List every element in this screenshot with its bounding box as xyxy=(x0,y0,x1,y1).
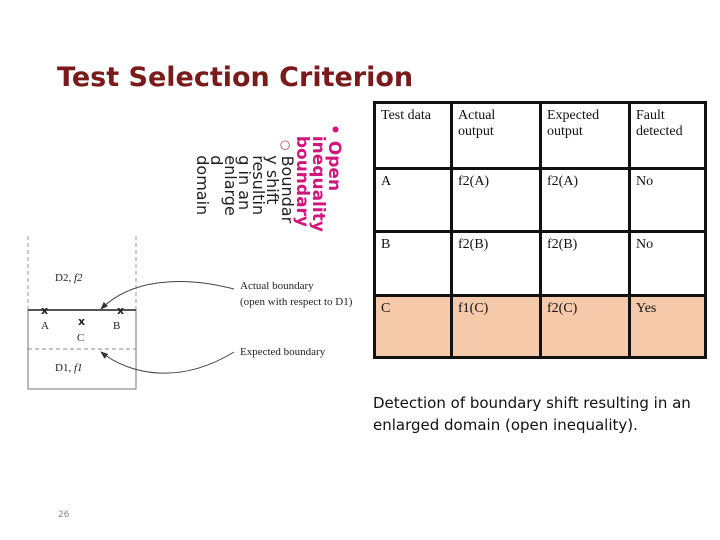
cell: f1(C) xyxy=(450,294,542,359)
table-row: Bf2(B) f2(B) No xyxy=(373,230,707,297)
header-cell: Actual output xyxy=(450,101,542,170)
cell: C xyxy=(373,294,453,359)
d1-label: D1, f1 xyxy=(55,362,83,374)
expected-arrow xyxy=(100,351,235,374)
point-a-mark: x xyxy=(41,304,48,317)
caption: Detection of boundary shift resulting in… xyxy=(373,394,691,434)
header-cell: Test data xyxy=(373,101,453,170)
actual-boundary-label-2: (open with respect to D1) xyxy=(240,296,353,308)
cell: f2(B) xyxy=(450,230,542,297)
cell: f2(B) xyxy=(539,230,631,297)
table-row: Af2(A) f2(A) No xyxy=(373,167,707,233)
header-cell: Expected output xyxy=(539,101,631,170)
expected-boundary-label: Expected boundary xyxy=(240,346,326,358)
cell: No xyxy=(628,167,707,233)
table-row-highlighted: Cf1(C) f2(C) Yes xyxy=(373,294,707,359)
cell: f2(A) xyxy=(450,167,542,233)
table-header-row: Test data Actual output Expected output Fa… xyxy=(373,101,707,170)
point-b-label: B xyxy=(113,320,120,332)
point-c-mark: x xyxy=(78,315,85,328)
page-number: 26 xyxy=(58,510,70,520)
slide: Test Selection Criterion • Open inequali… xyxy=(0,0,720,540)
cell: No xyxy=(628,230,707,297)
test-results-table: Test data Actual output Expected output Fa… xyxy=(373,101,707,359)
point-c-label: C xyxy=(77,332,84,344)
actual-boundary-label: Actual boundary xyxy=(240,280,314,292)
cell: f2(A) xyxy=(539,167,631,233)
d2-label: D2, f2 xyxy=(55,272,83,284)
cell: f2(C) xyxy=(539,294,631,359)
cell: Yes xyxy=(628,294,707,359)
point-a-label: A xyxy=(41,320,49,332)
cell: A xyxy=(373,167,453,233)
point-b-mark: x xyxy=(117,304,124,317)
cell: B xyxy=(373,230,453,297)
header-cell: Fault detected xyxy=(628,101,707,170)
